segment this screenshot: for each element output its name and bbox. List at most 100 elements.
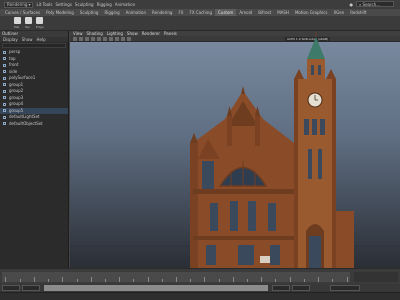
window: [304, 119, 309, 135]
shelf-tab[interactable]: Motion Graphics: [292, 9, 331, 16]
current-frame-field[interactable]: [354, 272, 398, 282]
annex: [336, 211, 354, 268]
window: [268, 203, 276, 231]
outliner-menu-item[interactable]: Display: [3, 37, 18, 42]
time-tick: [204, 277, 206, 282]
shelf-tab[interactable]: XGen: [330, 9, 347, 16]
window: [248, 201, 256, 231]
character-set-dropdown[interactable]: [330, 285, 360, 291]
window: [320, 119, 325, 135]
workspace-dropdown[interactable]: Rendering ▾: [4, 1, 34, 8]
outliner-item-label: group1: [9, 81, 24, 87]
viewport-scene: [70, 32, 400, 268]
outliner-menu: Display Show Help: [0, 37, 68, 42]
outliner-item-label: group5: [9, 107, 24, 113]
mel-script-button[interactable]: [14, 17, 21, 24]
outliner-item-label: persp: [9, 49, 21, 54]
shelf-tab[interactable]: Rigging: [101, 9, 122, 16]
transform-icon: [3, 63, 6, 67]
time-slider-track[interactable]: [2, 272, 350, 282]
time-tick: [176, 277, 177, 282]
shelf-tab[interactable]: Custom: [215, 9, 237, 16]
search-input[interactable]: ⌕ Search...: [356, 1, 394, 7]
pinnacle: [190, 133, 198, 143]
shelf-tab[interactable]: Arnold: [236, 9, 255, 16]
shelf-tab[interactable]: MASH: [274, 9, 292, 16]
time-tick: [346, 277, 348, 282]
shelf-tab[interactable]: FX Caching: [187, 9, 215, 16]
menu-item[interactable]: Animation: [115, 2, 135, 7]
time-tick: [161, 279, 163, 282]
viewport-3d[interactable]: View Shading Lighting Show Renderer Pane…: [70, 31, 400, 268]
shelf-button-label: Tex: [25, 25, 30, 29]
user-icon[interactable]: ●: [350, 2, 354, 7]
playback-start-field[interactable]: [22, 285, 40, 291]
time-tick: [261, 277, 263, 282]
pinnacle: [241, 86, 245, 94]
string-course: [193, 189, 294, 194]
menu-item[interactable]: Lit Tools: [36, 2, 52, 7]
time-tick: [218, 279, 220, 282]
shelf-tab[interactable]: Rendering: [149, 9, 175, 16]
menu-item[interactable]: Sculpting: [75, 2, 94, 7]
time-tick: [76, 279, 78, 282]
command-line[interactable]: [0, 292, 400, 300]
time-tick: [190, 279, 192, 282]
window: [230, 201, 238, 231]
transform-icon: [3, 89, 6, 93]
buttress: [227, 116, 232, 146]
shelf-tab[interactable]: Sculpting: [77, 9, 102, 16]
shelf-tab[interactable]: Curves / Surfaces: [2, 9, 43, 16]
transform-icon: [3, 102, 6, 106]
time-tick: [332, 279, 334, 282]
left-buttress: [190, 143, 198, 268]
time-tick: [90, 277, 92, 282]
outliner-item-label: polySurface1: [9, 75, 36, 80]
time-tick: [275, 279, 277, 282]
time-tick: [119, 277, 121, 282]
time-tick: [19, 279, 21, 282]
window: [318, 149, 322, 179]
transform-icon: [3, 57, 6, 60]
time-tick: [48, 279, 50, 282]
menu-item[interactable]: Rigging: [97, 2, 112, 7]
shelf-tab[interactable]: Redshift: [347, 9, 369, 16]
outliner-menu-item[interactable]: Show: [22, 37, 33, 42]
time-tick: [62, 277, 64, 282]
transform-icon: [3, 122, 6, 125]
time-tick: [33, 277, 35, 282]
shelf-tab[interactable]: Animation: [123, 9, 149, 16]
shelf-tab[interactable]: Bifrost: [255, 9, 274, 16]
workspace-label: Rendering: [7, 2, 28, 7]
shelf-tab[interactable]: FX: [175, 9, 186, 16]
outliner-item-label: front: [9, 62, 19, 67]
outliner-item[interactable]: defaultObjectSet: [0, 121, 68, 128]
texture-button[interactable]: [25, 17, 32, 24]
time-tick: [5, 277, 7, 282]
outliner-item-label: defaultLightSet: [9, 114, 40, 119]
shelf-button-label: Edge: [36, 25, 44, 29]
main-menubar: Rendering ▾ Lit Tools Settings Sculpting…: [0, 0, 400, 9]
time-tick: [104, 279, 106, 282]
time-tick: [318, 277, 320, 282]
window: [312, 119, 317, 135]
time-tick: [247, 279, 249, 282]
menu-item[interactable]: Settings: [56, 2, 72, 7]
search-placeholder: Search...: [362, 2, 381, 7]
animation-end-field[interactable]: [292, 285, 310, 291]
chevron-down-icon: ▾: [28, 2, 31, 7]
shelf-tab[interactable]: Poly Modeling: [43, 9, 77, 16]
outliner-menu-item[interactable]: Help: [37, 37, 46, 42]
outliner-item-label: group3: [9, 94, 24, 100]
animation-start-field[interactable]: [2, 285, 20, 291]
time-slider[interactable]: [0, 268, 400, 284]
window: [270, 245, 280, 265]
outliner-item-label: group2: [9, 88, 24, 93]
outliner-list: persp top front side polySurface1 group1 group…: [0, 49, 68, 127]
buttress: [255, 116, 260, 146]
edge-button[interactable]: [36, 17, 43, 24]
range-slider-bar[interactable]: [44, 285, 268, 291]
spire: [307, 37, 325, 59]
playback-end-field[interactable]: [272, 285, 290, 291]
outliner-filter-input[interactable]: [2, 43, 66, 48]
